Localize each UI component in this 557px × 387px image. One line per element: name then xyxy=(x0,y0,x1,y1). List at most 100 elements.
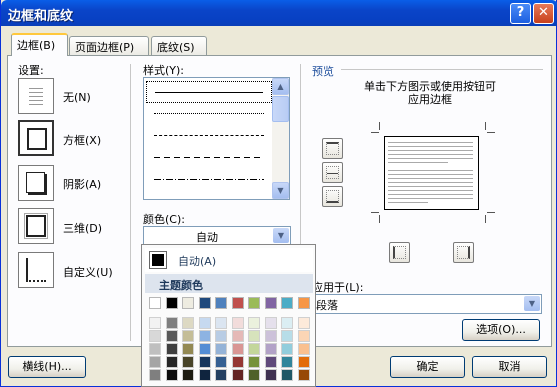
color-swatch[interactable] xyxy=(182,330,194,342)
color-swatch[interactable] xyxy=(198,343,211,355)
color-swatch[interactable] xyxy=(248,343,260,355)
color-swatch[interactable] xyxy=(215,297,227,309)
apply-to-dropdown[interactable]: 段落 ▼ xyxy=(312,294,542,314)
color-swatch[interactable] xyxy=(297,356,310,368)
color-swatch[interactable] xyxy=(149,369,161,381)
scroll-up-button[interactable]: ▲ xyxy=(272,78,289,95)
color-swatch[interactable] xyxy=(264,343,277,355)
color-swatch[interactable] xyxy=(231,356,244,368)
style-item-dashed[interactable] xyxy=(146,147,272,169)
color-swatch[interactable] xyxy=(264,297,277,309)
scroll-down-button[interactable]: ▼ xyxy=(272,182,289,199)
color-swatch[interactable] xyxy=(297,330,310,342)
dialog-title: 边框和底纹 xyxy=(8,9,74,24)
style-item-dash-dot[interactable] xyxy=(146,169,272,191)
color-swatch[interactable] xyxy=(198,317,211,329)
horizontal-line-button[interactable]: 横线(H)... xyxy=(8,356,86,378)
color-swatch[interactable] xyxy=(182,297,194,309)
style-item-fine-dashed[interactable] xyxy=(146,125,272,147)
color-swatch[interactable] xyxy=(264,356,277,368)
top-border-button[interactable] xyxy=(322,138,343,159)
color-dropdown[interactable]: 自动 ▼ xyxy=(143,226,291,245)
color-swatch[interactable] xyxy=(165,330,178,342)
tab-borders[interactable]: 边框(B) xyxy=(11,33,68,56)
color-swatch[interactable] xyxy=(198,330,211,342)
title-bar[interactable]: 边框和底纹 ? ✕ xyxy=(1,0,557,26)
color-swatch[interactable] xyxy=(231,369,244,381)
color-swatch[interactable] xyxy=(281,343,293,355)
color-swatch[interactable] xyxy=(248,356,260,368)
style-list[interactable]: ▲ ▼ xyxy=(143,77,290,200)
color-swatch[interactable] xyxy=(297,317,310,329)
color-swatch[interactable] xyxy=(198,297,211,309)
style-item-dotted[interactable] xyxy=(146,103,272,125)
color-swatch[interactable] xyxy=(165,369,178,381)
color-swatch[interactable] xyxy=(248,369,260,381)
color-swatch[interactable] xyxy=(149,356,161,368)
color-swatch[interactable] xyxy=(231,343,244,355)
color-swatch[interactable] xyxy=(198,356,211,368)
style-list-scrollbar[interactable]: ▲ ▼ xyxy=(272,78,289,199)
color-swatch[interactable] xyxy=(248,330,260,342)
close-button[interactable]: ✕ xyxy=(533,3,554,24)
setting-custom-button[interactable] xyxy=(18,252,54,288)
color-swatch[interactable] xyxy=(281,317,293,329)
auto-color-label: 自动(A) xyxy=(178,255,217,268)
color-swatch[interactable] xyxy=(165,356,178,368)
color-swatch[interactable] xyxy=(215,330,227,342)
color-swatch[interactable] xyxy=(215,369,227,381)
border-preview[interactable] xyxy=(384,136,479,210)
color-swatch[interactable] xyxy=(297,343,310,355)
color-swatch[interactable] xyxy=(281,297,293,309)
setting-shadow-button[interactable] xyxy=(18,165,54,201)
right-border-button[interactable] xyxy=(453,242,474,263)
border-shadow-icon xyxy=(26,172,45,193)
auto-color-swatch xyxy=(149,251,167,269)
color-swatch[interactable] xyxy=(264,317,277,329)
color-swatch[interactable] xyxy=(231,317,244,329)
color-swatch[interactable] xyxy=(281,356,293,368)
color-swatch[interactable] xyxy=(248,317,260,329)
color-swatch[interactable] xyxy=(215,356,227,368)
style-item-solid[interactable] xyxy=(146,81,272,103)
color-swatch[interactable] xyxy=(215,317,227,329)
chevron-down-icon[interactable]: ▼ xyxy=(273,228,289,243)
color-swatch[interactable] xyxy=(231,330,244,342)
color-swatch[interactable] xyxy=(149,317,161,329)
setting-none-button[interactable] xyxy=(18,78,54,114)
color-swatch[interactable] xyxy=(165,343,178,355)
color-swatch[interactable] xyxy=(248,297,260,309)
color-swatch[interactable] xyxy=(281,330,293,342)
scroll-thumb[interactable] xyxy=(272,96,289,122)
color-swatch[interactable] xyxy=(182,343,194,355)
color-swatch[interactable] xyxy=(281,369,293,381)
tab-page-border[interactable]: 页面边框(P) xyxy=(69,36,149,55)
color-swatch[interactable] xyxy=(182,369,194,381)
color-swatch[interactable] xyxy=(149,330,161,342)
color-swatch[interactable] xyxy=(264,369,277,381)
color-swatch[interactable] xyxy=(198,369,211,381)
color-swatch[interactable] xyxy=(149,297,161,309)
color-swatch[interactable] xyxy=(165,317,178,329)
setting-3d-button[interactable] xyxy=(18,208,54,244)
setting-box-button[interactable] xyxy=(18,120,54,156)
help-button[interactable]: ? xyxy=(510,3,531,24)
cancel-button[interactable]: 取消 xyxy=(472,356,547,378)
left-border-button[interactable] xyxy=(389,242,410,263)
color-swatch[interactable] xyxy=(264,330,277,342)
color-swatch[interactable] xyxy=(231,297,244,309)
bottom-border-button[interactable] xyxy=(322,186,343,207)
color-swatch[interactable] xyxy=(297,297,310,309)
color-swatch[interactable] xyxy=(215,343,227,355)
options-button[interactable]: 选项(O)... xyxy=(462,319,540,341)
color-swatch[interactable] xyxy=(297,369,310,381)
tab-shading[interactable]: 底纹(S) xyxy=(151,36,207,55)
ok-button[interactable]: 确定 xyxy=(390,356,465,378)
auto-color-option[interactable]: 自动(A) xyxy=(145,248,313,272)
color-swatch[interactable] xyxy=(182,317,194,329)
color-swatch[interactable] xyxy=(149,343,161,355)
color-swatch[interactable] xyxy=(165,297,178,309)
inside-horizontal-border-button[interactable] xyxy=(322,162,343,183)
chevron-down-icon[interactable]: ▼ xyxy=(524,296,540,311)
color-swatch[interactable] xyxy=(182,356,194,368)
